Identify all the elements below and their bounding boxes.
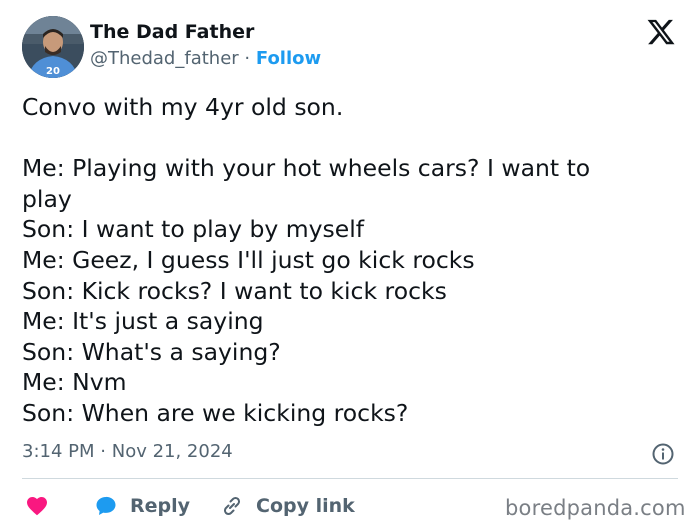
copy-link-label: Copy link: [256, 495, 355, 517]
tweet-line: Son: I want to play by myself: [22, 215, 365, 244]
tweet-line: play: [22, 184, 72, 213]
author-name[interactable]: The Dad Father: [90, 21, 254, 43]
tweet-line: Convo with my 4yr old son.: [22, 93, 344, 121]
author-handle[interactable]: @Thedad_father: [90, 48, 239, 69]
svg-text:20: 20: [46, 66, 60, 77]
link-icon: [223, 496, 241, 516]
heart-icon: [27, 497, 47, 516]
tweet-date: Nov 21, 2024: [111, 441, 233, 462]
author-handle-row: @Thedad_father · Follow: [90, 48, 321, 69]
tweet-line: Me: Nvm: [22, 368, 127, 397]
info-icon[interactable]: [651, 442, 675, 466]
tweet-line: Me: Geez, I guess I'll just go kick rock…: [22, 245, 475, 274]
tweet-line: Son: What's a saying?: [22, 337, 281, 366]
reply-button[interactable]: Reply: [94, 494, 190, 518]
divider: [22, 478, 678, 479]
tweet-timestamp[interactable]: 3:14 PM · Nov 21, 2024: [22, 441, 233, 462]
copy-link-button[interactable]: Copy link: [220, 494, 355, 518]
tweet-line: Son: Kick rocks? I want to kick rocks: [22, 276, 447, 305]
reply-bubble-icon: [96, 496, 116, 515]
x-logo-icon[interactable]: [645, 17, 677, 47]
tweet-line: Me: It's just a saying: [22, 307, 264, 336]
avatar[interactable]: 20: [22, 16, 84, 78]
action-bar: Reply Copy link: [22, 490, 355, 522]
watermark: boredpanda.com: [505, 496, 686, 520]
tweet-time: 3:14 PM: [22, 441, 95, 462]
tweet-line: Son: When are we kicking rocks?: [22, 398, 409, 427]
tweet-text: Convo with my 4yr old son. Me: Playing w…: [22, 92, 662, 429]
tweet-line: Me: Playing with your hot wheels cars? I…: [22, 154, 591, 183]
handle-separator: ·: [244, 48, 251, 69]
avatar-photo: 20: [22, 16, 84, 78]
like-button[interactable]: [22, 494, 50, 518]
reply-label: Reply: [130, 495, 191, 517]
timestamp-separator: ·: [100, 441, 106, 462]
follow-button[interactable]: Follow: [256, 48, 321, 69]
